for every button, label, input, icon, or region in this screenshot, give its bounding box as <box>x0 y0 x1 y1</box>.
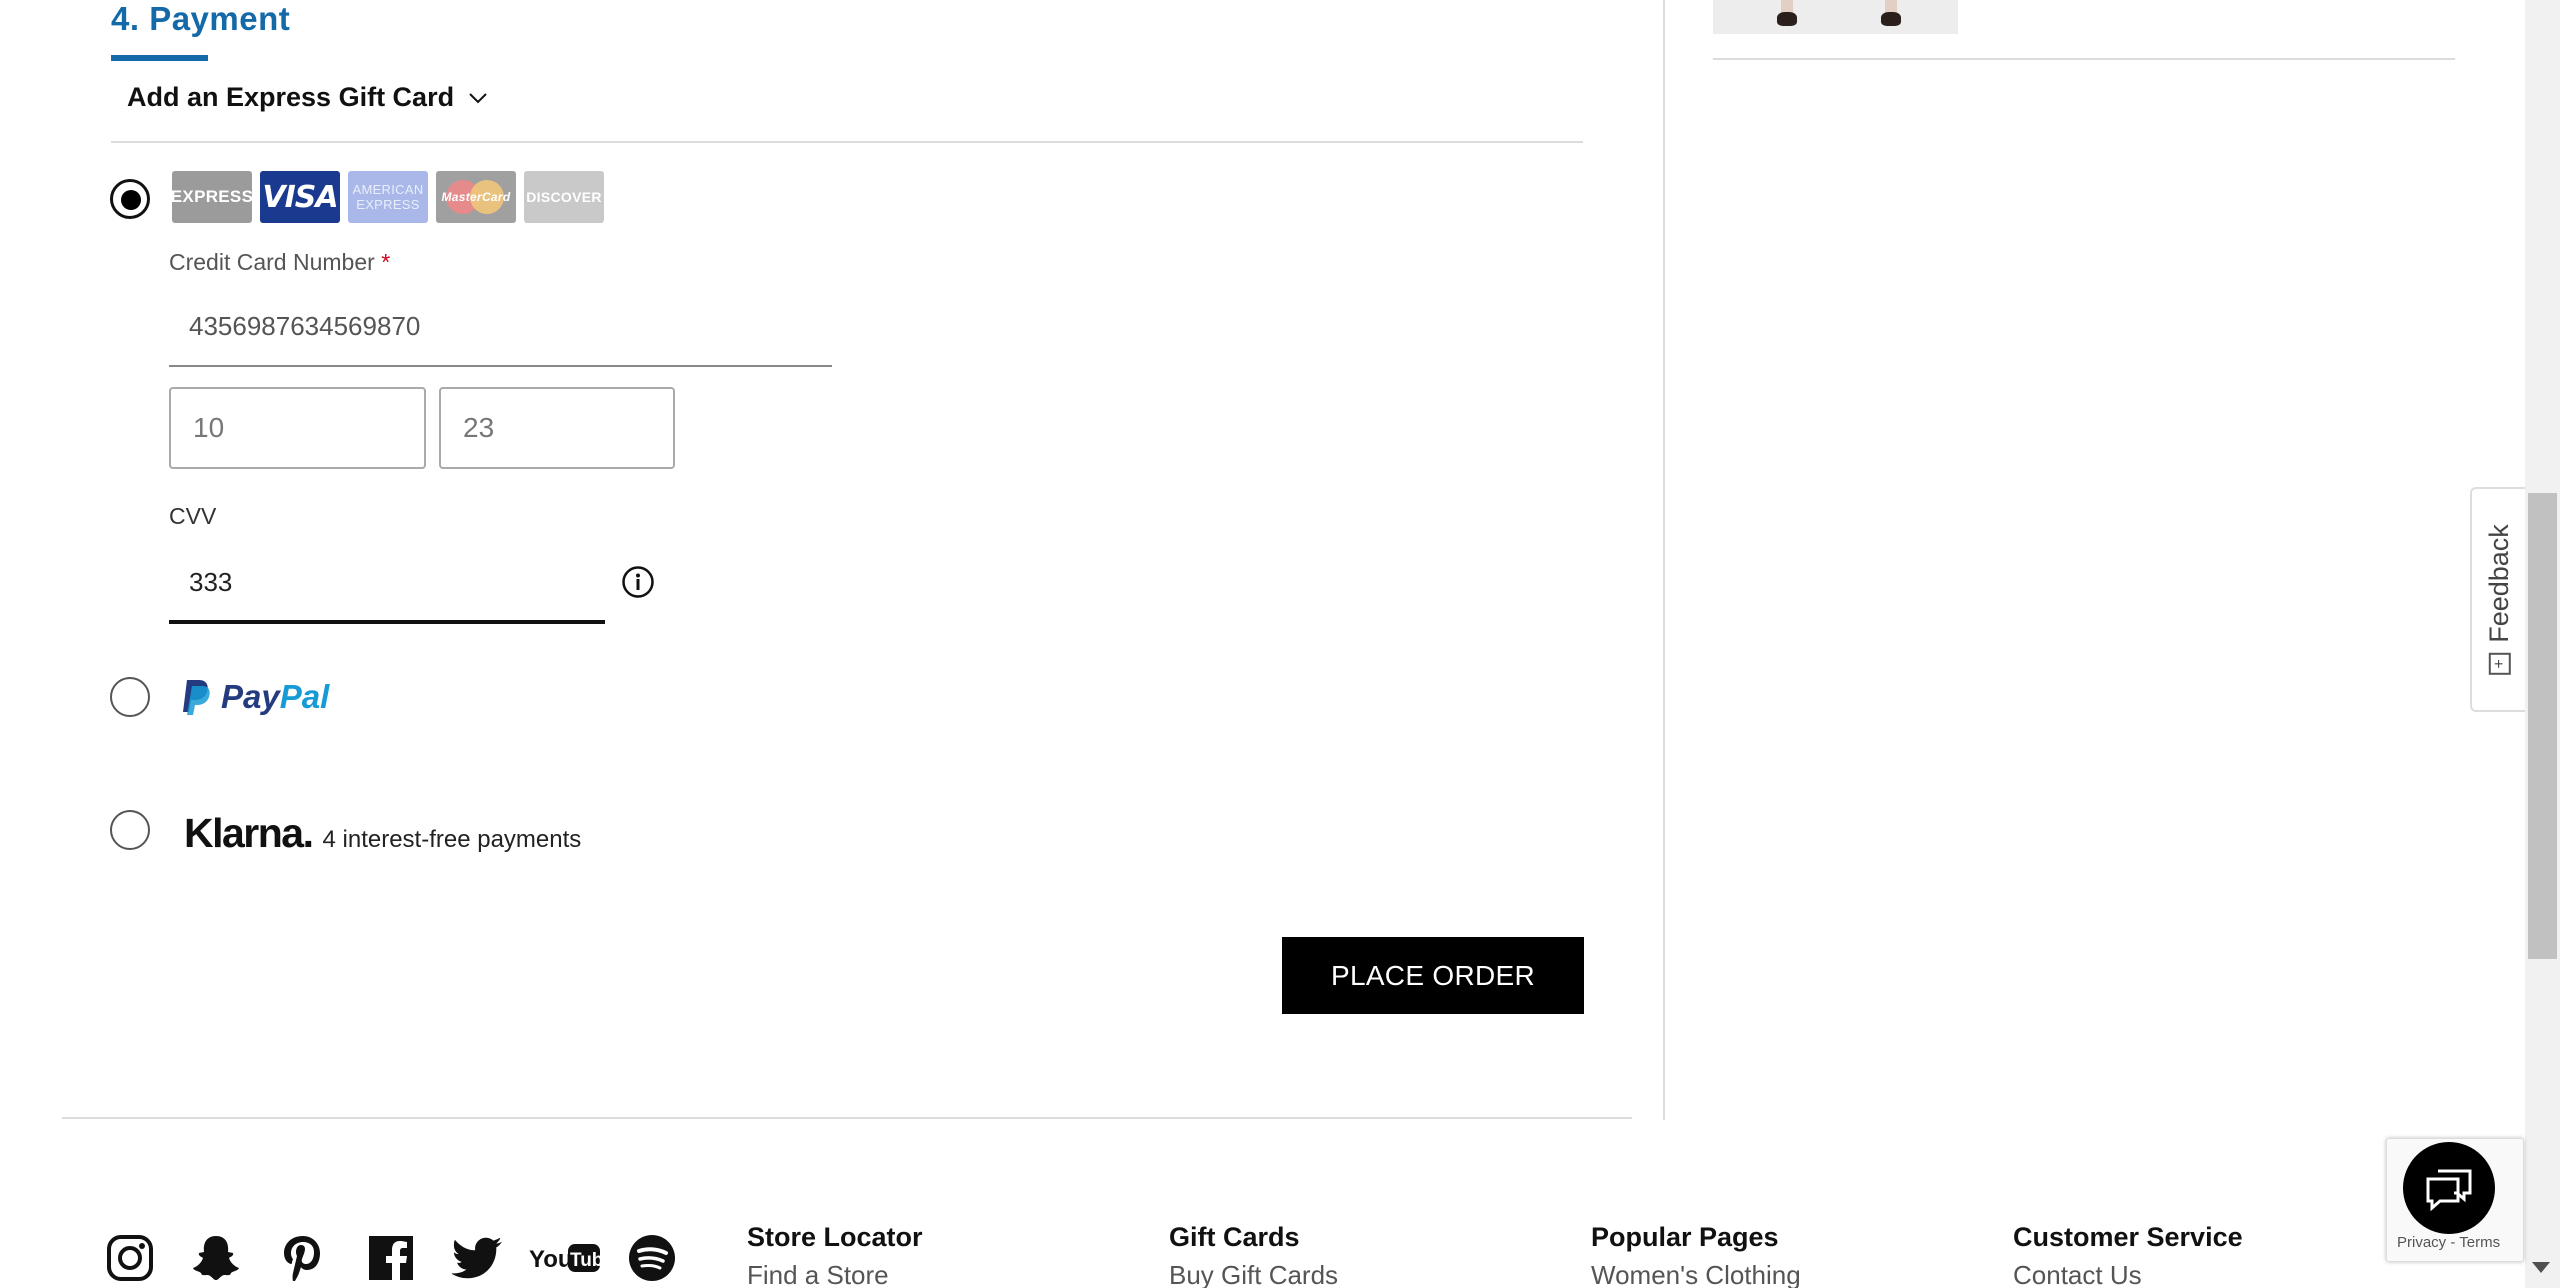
klarna-option: Klarna. 4 interest-free payments <box>184 810 581 857</box>
column-divider <box>1663 0 1665 1120</box>
paypal-logo: PayPal <box>181 678 329 716</box>
svg-text:Tube: Tube <box>570 1250 601 1271</box>
facebook-icon[interactable] <box>365 1232 417 1284</box>
footer-heading-popular-pages: Popular Pages <box>1591 1222 1779 1252</box>
youtube-icon[interactable]: YouTube <box>529 1232 601 1284</box>
credit-card-label: Credit Card Number * <box>169 249 391 275</box>
pinterest-icon[interactable] <box>277 1232 329 1284</box>
paypal-radio[interactable] <box>110 677 150 717</box>
credit-card-number-input[interactable]: 4356987634569870 <box>169 275 832 367</box>
product-thumbnail <box>1713 0 1958 34</box>
chevron-down-icon <box>469 92 487 103</box>
expiration-year-select[interactable]: 23 <box>439 387 675 469</box>
paypal-icon <box>183 680 210 715</box>
gift-card-divider <box>111 141 1583 143</box>
footer-link-buy-gift-cards[interactable]: Buy Gift Cards <box>1169 1260 1338 1288</box>
twitter-icon[interactable] <box>452 1232 504 1284</box>
gift-card-label: Add an Express Gift Card <box>127 82 455 112</box>
express-card-logo: EXPRESS <box>171 171 253 223</box>
feedback-plus-icon: + <box>2488 652 2511 675</box>
feedback-label: Feedback <box>2483 524 2514 643</box>
footer-heading-customer-service: Customer Service <box>2013 1222 2243 1252</box>
klarna-radio[interactable] <box>110 810 150 850</box>
cvv-label: CVV <box>169 503 217 529</box>
footer-link-find-store[interactable]: Find a Store <box>747 1260 889 1288</box>
expiration-month-select[interactable]: 10 <box>169 387 426 469</box>
discover-logo: DISCOVER <box>524 171 604 223</box>
scrollbar-thumb[interactable] <box>2528 493 2557 959</box>
feedback-tab[interactable]: + Feedback <box>2470 487 2526 712</box>
snapchat-icon[interactable] <box>190 1232 242 1284</box>
chat-bubble-icon <box>2426 1169 2472 1211</box>
section-title-underline <box>111 55 208 61</box>
scroll-down-arrow-icon[interactable] <box>2532 1262 2550 1273</box>
amex-logo: AMERICAN EXPRESS <box>348 171 428 223</box>
card-brand-logos: EXPRESS VISA AMERICAN EXPRESS MasterCard … <box>171 171 604 223</box>
info-icon[interactable] <box>621 565 655 599</box>
footer-heading-store-locator: Store Locator <box>747 1222 923 1252</box>
klarna-description: 4 interest-free payments <box>322 826 582 853</box>
chat-button[interactable] <box>2403 1142 2495 1234</box>
credit-card-radio[interactable] <box>110 179 150 219</box>
summary-divider <box>1713 58 2455 60</box>
footer-heading-gift-cards: Gift Cards <box>1169 1222 1300 1252</box>
recaptcha-privacy-terms[interactable]: Privacy - Terms <box>2397 1234 2500 1251</box>
svg-text:You: You <box>529 1246 573 1273</box>
section-title: 4. Payment <box>111 0 291 37</box>
mastercard-logo: MasterCard <box>436 171 516 223</box>
instagram-icon[interactable] <box>104 1232 156 1284</box>
spotify-icon[interactable] <box>626 1232 678 1284</box>
add-gift-card-toggle[interactable]: Add an Express Gift Card <box>127 82 490 113</box>
place-order-button[interactable]: PLACE ORDER <box>1282 937 1584 1014</box>
visa-logo: VISA <box>260 171 340 223</box>
klarna-logo: Klarna. <box>184 810 314 856</box>
footer-link-womens-clothing[interactable]: Women's Clothing <box>1591 1260 1801 1288</box>
cvv-input[interactable]: 333 <box>169 545 605 624</box>
footer-divider <box>62 1117 1632 1119</box>
footer-link-contact-us[interactable]: Contact Us <box>2013 1260 2142 1288</box>
